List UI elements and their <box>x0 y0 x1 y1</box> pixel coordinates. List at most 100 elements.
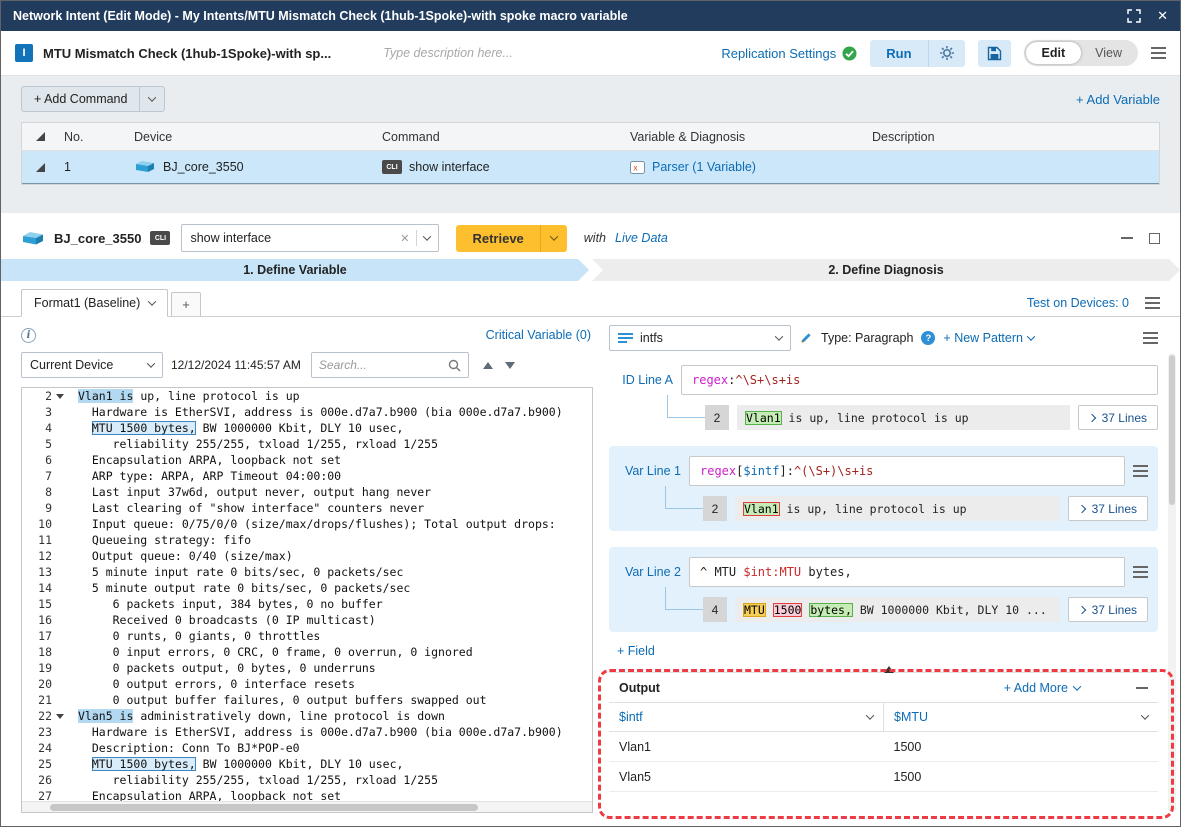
line-number: 13 <box>22 564 52 580</box>
text-segment: ]: <box>779 464 793 478</box>
id-line-pattern-input[interactable]: regex:^\S+\s+is <box>681 365 1158 395</box>
search-icon[interactable] <box>448 359 461 372</box>
fold-gutter <box>52 660 68 676</box>
search-input[interactable] <box>319 358 443 372</box>
description-field[interactable]: Type description here... <box>383 46 711 60</box>
line-number: 22 <box>22 708 52 724</box>
test-on-devices-link[interactable]: Test on Devices: 0 <box>1027 296 1129 310</box>
fold-gutter <box>52 436 68 452</box>
maximize-panel-icon[interactable] <box>1149 233 1160 244</box>
tab-format1-baseline[interactable]: Format1 (Baseline) <box>21 289 168 317</box>
collapse-output-icon[interactable] <box>1136 687 1148 689</box>
close-icon[interactable]: ✕ <box>1157 8 1168 24</box>
matched-lines-button[interactable]: 37 Lines <box>1068 597 1148 622</box>
fold-icon[interactable] <box>56 714 64 719</box>
code-text: MTU 1500 bytes, BW 1000000 Kbit, DLY 10 … <box>68 420 592 436</box>
variable-select[interactable]: intfs <box>609 325 791 351</box>
run-settings-button[interactable] <box>928 40 965 67</box>
code-line: 12 Output queue: 0/40 (size/max) <box>22 548 592 564</box>
text-segment: bytes, <box>809 603 853 617</box>
add-variable-link[interactable]: + Add Variable <box>1076 92 1160 107</box>
help-icon[interactable]: ? <box>921 331 935 345</box>
parser-icon: x <box>630 161 645 174</box>
connector-line <box>665 486 703 509</box>
scrollbar-thumb[interactable] <box>1169 355 1175 505</box>
fullscreen-icon[interactable] <box>1127 9 1141 23</box>
fold-gutter <box>52 516 68 532</box>
header-variable: Variable & Diagnosis <box>624 130 866 144</box>
connector-line <box>667 395 705 418</box>
add-format-tab[interactable]: + <box>171 292 201 316</box>
search-prev-icon[interactable] <box>483 362 493 369</box>
info-icon[interactable]: i <box>21 328 36 343</box>
chevron-down-icon <box>147 359 155 367</box>
view-mode-button[interactable]: View <box>1081 42 1136 64</box>
save-button[interactable] <box>978 40 1011 67</box>
new-pattern-link[interactable]: + New Pattern <box>943 331 1023 345</box>
fold-gutter <box>52 708 68 724</box>
pattern-label: Var Line 1 <box>619 464 681 478</box>
collapse-handle-icon[interactable] <box>884 666 894 673</box>
fold-gutter <box>52 628 68 644</box>
clear-icon[interactable]: ✕ <box>400 232 409 245</box>
row-parser-link[interactable]: Parser (1 Variable) <box>652 160 756 174</box>
run-button[interactable]: Run <box>870 40 927 67</box>
pattern-menu-icon[interactable] <box>1133 566 1148 578</box>
line-number: 24 <box>22 740 52 756</box>
command-table: No. Device Command Variable & Diagnosis … <box>21 122 1160 185</box>
fold-gutter <box>52 612 68 628</box>
replication-settings-link[interactable]: Replication Settings <box>721 46 836 61</box>
command-table-header: No. Device Command Variable & Diagnosis … <box>22 123 1159 151</box>
var-line-2-pattern-input[interactable]: ^ MTU $int:MTU bytes, <box>689 557 1125 587</box>
matched-lines-button[interactable]: 37 Lines <box>1078 405 1158 430</box>
collapse-panel-icon[interactable] <box>1121 237 1133 239</box>
retrieve-button[interactable]: Retrieve <box>456 225 539 252</box>
code-text: Description: Conn To BJ*POP-e0 <box>68 740 592 756</box>
output-column-mtu[interactable]: $MTU <box>884 703 1158 731</box>
edit-mode-button[interactable]: Edit <box>1026 42 1082 64</box>
table-row[interactable]: 1 BJ_core_3550 CLI show interface x Pars… <box>22 151 1159 184</box>
line-number: 3 <box>22 404 52 420</box>
network-intent-window: Network Intent (Edit Mode) - My Intents/… <box>0 0 1181 827</box>
code-line: 21 0 output buffer failures, 0 output bu… <box>22 692 592 708</box>
vertical-scrollbar[interactable] <box>1168 353 1176 812</box>
pattern-menu-icon[interactable] <box>1133 465 1148 477</box>
var-line-1-pattern-input[interactable]: regex[$intf]:^(\S+)\s+is <box>689 456 1125 486</box>
add-command-dropdown[interactable] <box>139 87 164 111</box>
row-device-name: BJ_core_3550 <box>163 160 244 174</box>
critical-variable-link[interactable]: Critical Variable (0) <box>486 328 591 342</box>
code-line: 22Vlan5 is administratively down, line p… <box>22 708 592 724</box>
retrieve-dropdown[interactable] <box>540 225 567 252</box>
step-define-variable[interactable]: 1. Define Variable <box>1 259 589 281</box>
add-field-link[interactable]: + Field <box>617 644 655 658</box>
source-select[interactable]: Current Device <box>21 352 163 378</box>
menu-icon[interactable] <box>1143 332 1158 344</box>
add-more-link[interactable]: + Add More <box>1004 681 1068 695</box>
output-column-intf[interactable]: $intf <box>609 703 884 731</box>
code-line: 5 reliability 255/255, txload 1/255, rxl… <box>22 436 592 452</box>
chevron-down-icon <box>866 711 874 719</box>
fold-gutter <box>52 468 68 484</box>
menu-icon[interactable] <box>1145 297 1160 309</box>
device-output-editor[interactable]: 2Vlan1 is up, line protocol is up3 Hardw… <box>21 387 593 813</box>
collapse-row-icon[interactable] <box>36 163 45 172</box>
output-rows: Vlan11500Vlan51500 <box>609 732 1158 792</box>
format-tabs: Format1 (Baseline) + Test on Devices: 0 <box>1 287 1180 317</box>
command-select[interactable]: show interface ✕ <box>181 224 439 252</box>
menu-icon[interactable] <box>1151 47 1166 59</box>
add-command-button[interactable]: + Add Command <box>21 86 165 112</box>
matched-lines-button[interactable]: 37 Lines <box>1068 496 1148 521</box>
horizontal-scrollbar[interactable] <box>22 801 592 812</box>
parser-editor-panel: BJ_core_3550 CLI show interface ✕ Retrie… <box>1 213 1180 827</box>
search-next-icon[interactable] <box>505 362 515 369</box>
expand-all-icon[interactable] <box>36 132 45 141</box>
sample-line: MTU 1500 bytes, BW 1000000 Kbit, DLY 10 … <box>735 597 1060 622</box>
line-number: 18 <box>22 644 52 660</box>
fold-icon[interactable] <box>56 394 64 399</box>
step-define-diagnosis[interactable]: 2. Define Diagnosis <box>592 259 1180 281</box>
edit-pencil-icon[interactable] <box>799 331 813 345</box>
line-number: 2 <box>22 388 52 404</box>
scrollbar-thumb[interactable] <box>50 804 478 811</box>
live-data-link[interactable]: Live Data <box>615 231 668 245</box>
green-check-icon <box>842 46 857 61</box>
